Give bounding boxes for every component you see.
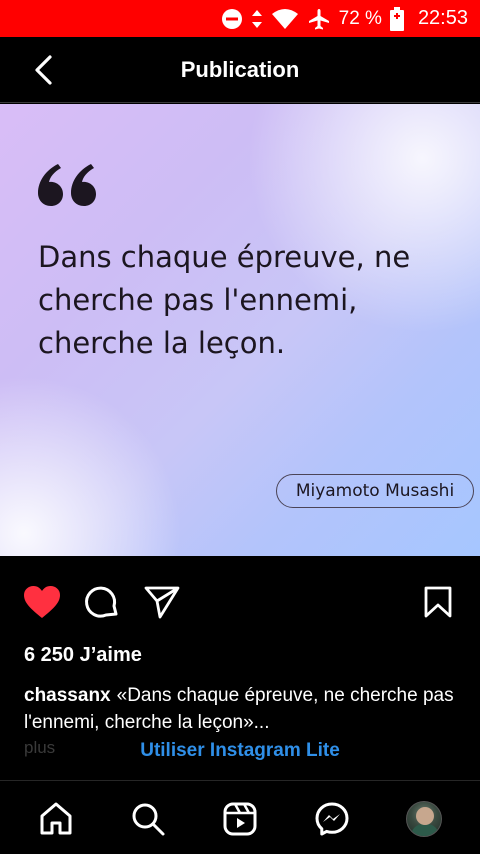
nav-home[interactable]: [36, 799, 76, 839]
nav-messenger[interactable]: [312, 799, 352, 839]
chevron-left-icon: [35, 55, 52, 85]
do-not-disturb-icon: [221, 8, 242, 29]
comment-button[interactable]: [80, 580, 124, 624]
comment-icon: [85, 586, 118, 618]
profile-avatar: [406, 801, 442, 837]
battery-charging-icon: [389, 6, 404, 31]
save-button[interactable]: [416, 580, 460, 624]
reels-icon: [223, 802, 257, 836]
nav-reels[interactable]: [220, 799, 260, 839]
status-bar: 72 % 22:53: [0, 0, 480, 37]
wifi-icon: [271, 8, 298, 29]
clock: 22:53: [417, 7, 468, 29]
post-actions: [0, 580, 480, 624]
quote-text: Dans chaque épreuve, ne cherche pas l'en…: [38, 240, 411, 360]
caption-username[interactable]: chassanx: [24, 685, 111, 706]
messenger-icon: [315, 802, 349, 836]
post-caption: chassanx «Dans chaque épreuve, ne cherche…: [24, 682, 464, 736]
bottom-navigation: [0, 780, 480, 854]
send-icon: [144, 586, 180, 619]
back-button[interactable]: [26, 51, 60, 89]
search-icon: [132, 803, 165, 836]
use-instagram-lite-link[interactable]: Utiliser Instagram Lite: [0, 740, 480, 762]
bookmark-icon: [424, 586, 452, 618]
like-button[interactable]: [20, 580, 64, 624]
top-app-bar: Publication: [0, 37, 480, 103]
like-count[interactable]: 6 250 J’aime: [24, 644, 142, 667]
home-icon: [40, 802, 72, 835]
page-title: Publication: [180, 56, 300, 82]
quote-mark-icon: [38, 164, 96, 206]
post-image[interactable]: Dans chaque épreuve, ne cherche pas l'en…: [0, 104, 480, 556]
battery-percentage: 72 %: [338, 7, 382, 29]
data-arrows-icon: [251, 9, 262, 28]
nav-profile[interactable]: [404, 799, 444, 839]
airplane-icon: [308, 8, 329, 29]
author-tag: Miyamoto Musashi: [276, 474, 474, 508]
share-button[interactable]: [140, 580, 184, 624]
heart-icon: [24, 586, 60, 618]
nav-search[interactable]: [128, 799, 168, 839]
